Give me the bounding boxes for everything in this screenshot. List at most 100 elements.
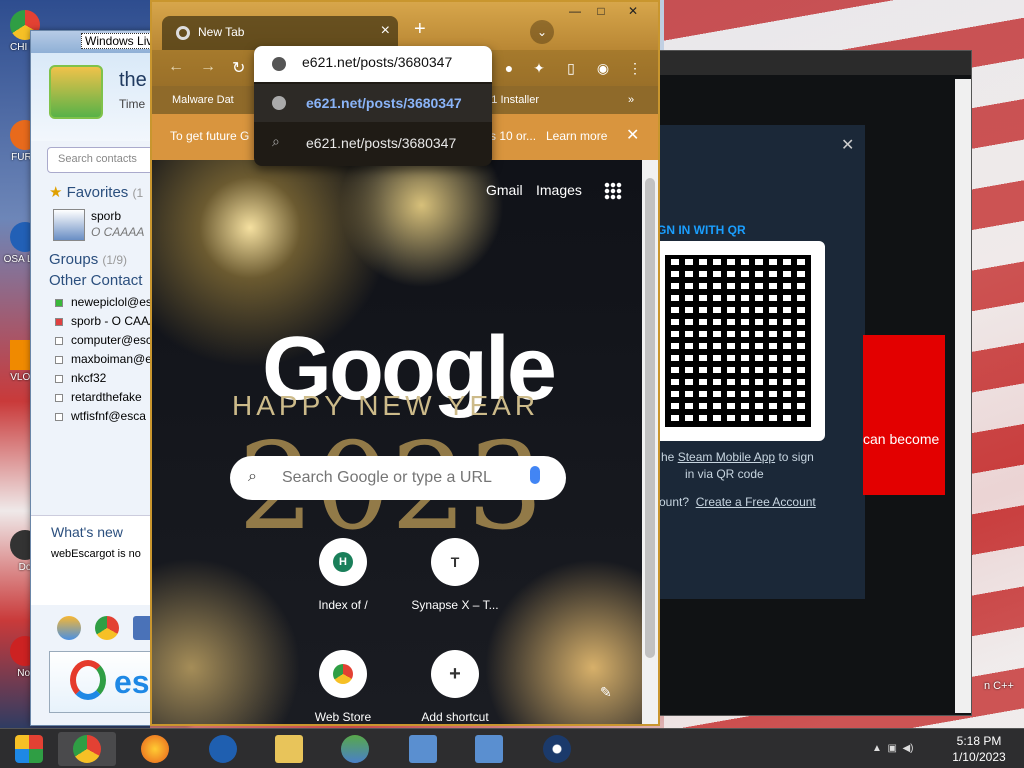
qr-title: GN IN WITH QR <box>657 223 746 237</box>
escargot-logo-icon <box>70 660 106 700</box>
shortcut-tile[interactable]: Web Store <box>288 650 398 724</box>
apps-grid-icon[interactable] <box>604 182 622 200</box>
contact-name: computer@esc <box>71 333 152 347</box>
account-icon[interactable]: ◉ <box>592 57 614 79</box>
scrollbar-thumb[interactable] <box>645 178 655 658</box>
contact-name: newepiclol@esc <box>71 295 158 309</box>
search-box[interactable]: ⌕ <box>230 456 566 500</box>
groups-label: Groups <box>49 251 99 268</box>
network-icon <box>409 735 437 763</box>
shortcut-label: Index of / <box>318 598 368 612</box>
close-icon[interactable]: ✕ <box>841 135 854 155</box>
web-store-icon <box>319 650 367 698</box>
status-icon <box>55 299 63 307</box>
profile-extension-icon[interactable]: ● <box>498 57 520 79</box>
address-bar-input[interactable] <box>302 54 482 70</box>
personal-message[interactable]: Time <box>119 97 145 111</box>
taskbar-network-2[interactable] <box>460 732 518 766</box>
chevron-up-icon[interactable]: ▲ <box>872 743 882 754</box>
banner-text: es <box>114 664 150 700</box>
menu-icon[interactable]: ⋮ <box>624 57 646 79</box>
close-window-button[interactable]: ✕ <box>620 4 646 20</box>
gmail-link[interactable]: Gmail <box>486 182 523 198</box>
contact-name: nkcf32 <box>71 371 107 385</box>
bookmark-item[interactable]: Malware Dat <box>172 94 234 106</box>
forward-button[interactable]: → <box>200 58 216 76</box>
new-tab-page: Gmail Images 2023 Google HAPPY NEW YEAR … <box>152 160 642 724</box>
close-icon[interactable]: ✕ <box>626 125 639 145</box>
contact-name: sporb - O CAAA <box>71 314 158 328</box>
new-tab-button[interactable]: + <box>414 18 426 41</box>
avatar[interactable] <box>49 65 103 119</box>
text-prefix: he <box>661 450 675 464</box>
learn-more-link[interactable]: Learn more <box>546 129 607 143</box>
volume-icon[interactable]: ◀) <box>902 743 913 754</box>
tab-new-tab[interactable]: New Tab × <box>162 16 398 50</box>
status-icon <box>55 356 63 364</box>
text-suffix: to sign <box>778 450 814 464</box>
info-bar-text: To get future G <box>170 129 250 143</box>
network-icon <box>475 735 503 763</box>
contact-picture <box>53 209 85 241</box>
shortcut-tile[interactable]: T Synapse X – T... <box>400 538 510 612</box>
close-tab-icon[interactable]: × <box>381 22 390 40</box>
taskbar-network[interactable] <box>394 732 452 766</box>
escargot-icon[interactable] <box>95 616 119 640</box>
shortcut-tile[interactable]: H Index of / <box>288 538 398 612</box>
star-icon: ★ <box>49 184 63 201</box>
taskbar-messenger[interactable] <box>326 732 384 766</box>
omnibox[interactable] <box>254 46 492 82</box>
search-input[interactable] <box>282 464 522 492</box>
steam-titlebar[interactable] <box>651 51 971 75</box>
taskbar-firefox[interactable] <box>126 732 184 766</box>
plus-icon: + <box>431 650 479 698</box>
images-link[interactable]: Images <box>536 182 582 198</box>
taskbar-steam[interactable] <box>528 732 586 766</box>
taskbar: ▲ ▣ ◀) 5:18 PM 1/10/2023 <box>0 728 1024 768</box>
shortcut-icon: T <box>431 538 479 586</box>
tab-search-button[interactable]: ⌄ <box>530 20 554 44</box>
other-contacts-label: Other Contact <box>49 272 143 289</box>
account-prompt: ount? Create a Free Account <box>659 495 816 509</box>
start-button[interactable] <box>0 732 58 766</box>
shortcut-letter: T <box>450 554 460 570</box>
contact-status: O CAAAA <box>91 225 145 239</box>
status-icon <box>55 318 63 326</box>
search-icon: ⌕ <box>272 133 280 149</box>
scrollbar[interactable] <box>642 160 658 724</box>
suggestion-search[interactable]: ⌕ e621.net/posts/3680347 <box>254 124 492 162</box>
chrome-icon <box>73 735 101 763</box>
firefox-icon <box>141 735 169 763</box>
taskbar-explorer[interactable] <box>260 732 318 766</box>
customize-pencil-icon[interactable]: ✎ <box>600 684 612 701</box>
suggestion-url[interactable]: e621.net/posts/3680347 <box>254 84 492 122</box>
scrollbar[interactable] <box>955 79 971 713</box>
create-account-link[interactable]: Create a Free Account <box>696 495 816 509</box>
status-icon <box>55 413 63 421</box>
side-panel-icon[interactable]: ▯ <box>560 57 582 79</box>
microphone-icon[interactable] <box>530 466 540 484</box>
display-name[interactable]: the <box>119 69 147 92</box>
chrome-icon <box>176 26 190 40</box>
bookmark-item[interactable]: 11 Installer <box>486 94 539 106</box>
back-button[interactable]: ← <box>168 58 184 76</box>
steam-mobile-app-link[interactable]: Steam Mobile App <box>678 450 775 464</box>
network-tray-icon[interactable]: ▣ <box>887 743 896 754</box>
minimize-button[interactable]: — <box>562 4 588 20</box>
folder-icon <box>275 735 303 763</box>
status-icon <box>55 394 63 402</box>
taskbar-osu[interactable] <box>194 732 252 766</box>
globe-icon <box>272 57 286 71</box>
search-icon: ⌕ <box>248 468 257 485</box>
butterfly-icon[interactable] <box>57 616 81 640</box>
more-bookmarks-icon[interactable]: » <box>628 94 634 106</box>
maximize-button[interactable]: □ <box>588 4 614 20</box>
system-tray: ▲ ▣ ◀) <box>872 743 914 754</box>
status-icon <box>55 337 63 345</box>
contact-name: maxboiman@es <box>71 352 158 366</box>
extensions-icon[interactable]: ✦ <box>528 57 550 79</box>
taskbar-chrome[interactable] <box>58 732 116 766</box>
add-shortcut-button[interactable]: + Add shortcut <box>400 650 510 724</box>
reload-button[interactable]: ↻ <box>232 58 245 78</box>
clock[interactable]: 5:18 PM 1/10/2023 <box>946 733 1012 765</box>
